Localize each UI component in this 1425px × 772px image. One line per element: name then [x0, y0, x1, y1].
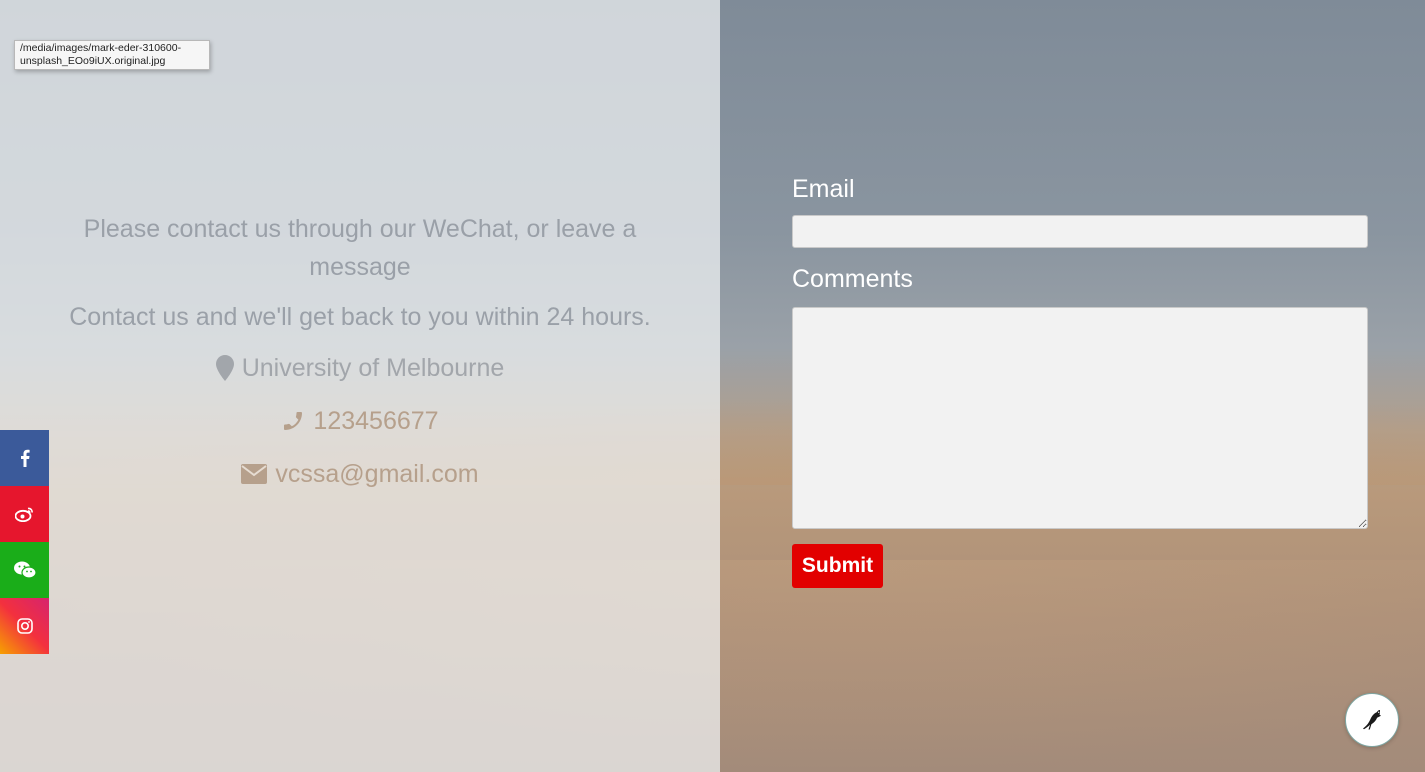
address-row: University of Melbourne — [60, 348, 660, 388]
chat-widget-button[interactable] — [1345, 693, 1399, 747]
contact-form: Email Comments Submit — [792, 172, 1368, 588]
contact-response-text: Contact us and we'll get back to you wit… — [69, 303, 651, 331]
envelope-icon — [241, 464, 268, 484]
phone-text: 123456677 — [313, 406, 439, 435]
facebook-button[interactable] — [0, 430, 49, 486]
weibo-icon — [14, 507, 33, 522]
weibo-button[interactable] — [0, 486, 49, 542]
comments-label: Comments — [792, 265, 913, 293]
wechat-button[interactable] — [0, 542, 49, 598]
instagram-button[interactable] — [0, 598, 49, 654]
phone-row: 123456677 — [60, 401, 660, 441]
email-text: vcssa@gmail.com — [275, 459, 479, 488]
phone-icon — [284, 412, 303, 430]
contact-info-content: Please contact us through our WeChat, or… — [60, 210, 660, 507]
contact-info-panel: Please contact us through our WeChat, or… — [0, 0, 720, 772]
wechat-icon — [13, 561, 36, 579]
email-label: Email — [792, 175, 855, 203]
facebook-icon — [20, 449, 30, 467]
instagram-icon — [16, 618, 33, 634]
address-text: University of Melbourne — [241, 353, 505, 382]
bird-icon — [1363, 710, 1381, 730]
contact-intro-text: Please contact us through our WeChat, or… — [83, 215, 637, 281]
email-row: vcssa@gmail.com — [60, 454, 660, 494]
map-marker-icon — [215, 355, 234, 381]
social-share-bar — [0, 430, 49, 654]
email-input[interactable] — [792, 215, 1368, 248]
comments-textarea[interactable] — [792, 307, 1368, 529]
submit-button[interactable]: Submit — [792, 544, 883, 588]
image-path-tooltip: /media/images/mark-eder-310600-unsplash_… — [14, 40, 210, 70]
